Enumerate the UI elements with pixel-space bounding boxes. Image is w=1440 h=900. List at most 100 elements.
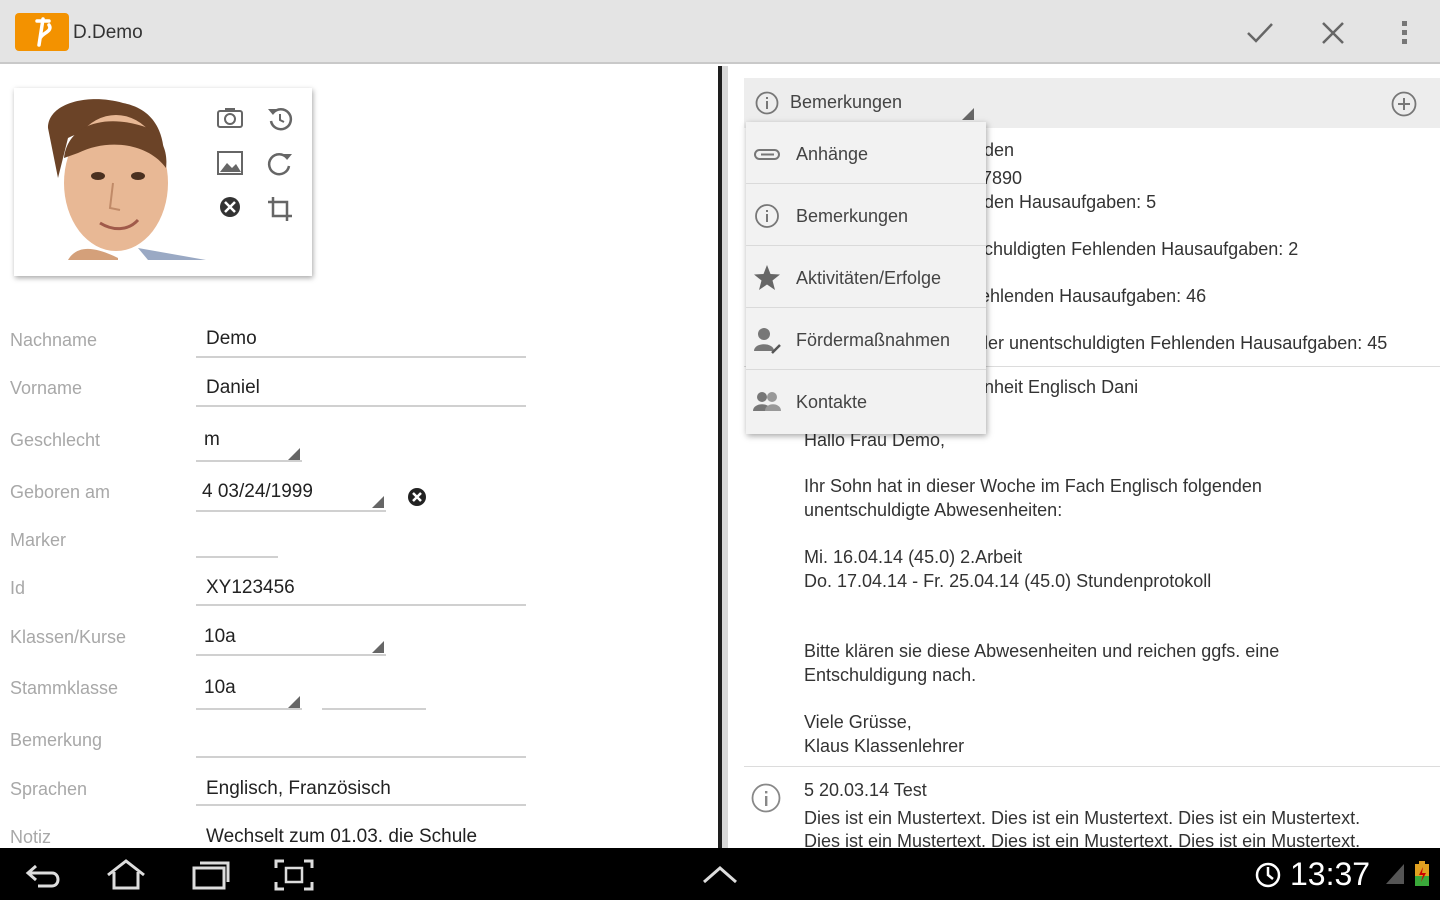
rotate-right-icon[interactable]: [265, 149, 295, 179]
battery-charging-icon: [1415, 861, 1429, 886]
rotate-left-icon[interactable]: [265, 104, 295, 134]
nachname-field[interactable]: Demo: [196, 328, 257, 350]
vorname-field[interactable]: Daniel: [196, 377, 260, 399]
overflow-menu-icon[interactable]: [1390, 18, 1420, 48]
contacts-icon: [753, 392, 781, 411]
label-marker: Marker: [10, 530, 67, 550]
label-geboren-am: Geboren am: [10, 482, 111, 502]
confirm-check-icon[interactable]: [1245, 18, 1275, 48]
bemerkung-underline: [196, 756, 526, 758]
label-nachname: Nachname: [10, 330, 98, 350]
notiz-field[interactable]: Wechselt zum 01.03. die Schule: [196, 826, 477, 848]
birthdate-dropdown-arrow[interactable]: [372, 496, 384, 508]
menu-item-label: Fördermaßnahmen: [796, 330, 951, 350]
entry-partial-line: den: [984, 140, 1015, 160]
geschlecht-dropdown-arrow[interactable]: [288, 448, 300, 460]
entry-text-line: Dies ist ein Mustertext. Dies ist ein Mu…: [804, 808, 1361, 828]
label-id: Id: [10, 578, 26, 598]
birthdate-picker[interactable]: 4 03/24/1999: [192, 481, 313, 503]
label-bemerkung: Bemerkung: [10, 730, 103, 750]
menu-item-label: Bemerkungen: [796, 206, 909, 226]
menu-item-aktivitaeten[interactable]: Aktivitäten/Erfolge: [746, 246, 986, 308]
message-line: Klaus Klassenlehrer: [804, 736, 965, 756]
sprachen-field[interactable]: Englisch, Französisch: [196, 778, 391, 800]
chevron-up-icon[interactable]: [698, 858, 742, 892]
cancel-close-icon[interactable]: [1318, 18, 1348, 48]
stammklasse-secondary-field[interactable]: [322, 708, 426, 710]
screenshot-icon[interactable]: [272, 858, 316, 892]
entry-partial-line: nheit Englisch Dani: [984, 377, 1139, 397]
app-logo[interactable]: [15, 13, 69, 51]
menu-item-anhaenge[interactable]: Anhänge: [746, 122, 986, 184]
gallery-image-icon[interactable]: [215, 148, 245, 178]
geschlecht-underline: [196, 460, 302, 462]
message-line: Mi. 16.04.14 (45.0) 2.Arbeit: [804, 547, 1023, 567]
category-dropdown-arrow[interactable]: [962, 108, 974, 120]
klassen-select[interactable]: 10a: [194, 626, 236, 648]
vorname-underline: [196, 405, 526, 407]
sync-icon: [1255, 862, 1281, 888]
category-selector-label: Bemerkungen: [790, 92, 903, 112]
menu-item-label: Kontakte: [796, 392, 868, 412]
info-icon: [751, 783, 781, 813]
message-line: Ihr Sohn hat in dieser Woche im Fach Eng…: [804, 476, 1262, 496]
entry-partial-line: ehlenden Hausaufgaben: 46: [980, 286, 1207, 306]
home-icon[interactable]: [104, 858, 148, 892]
info-icon: [755, 91, 779, 115]
student-form-pane: Nachname Demo Vorname Daniel Geschlecht …: [0, 66, 718, 848]
student-photo: [28, 98, 206, 260]
stammklasse-select[interactable]: 10a: [194, 677, 236, 699]
sprachen-underline: [196, 804, 526, 806]
action-bar: D.Demo: [0, 0, 1440, 64]
signal-icon: [1386, 864, 1404, 884]
klassen-dropdown-arrow[interactable]: [372, 641, 384, 653]
app-title: D.Demo: [73, 22, 143, 43]
menu-item-kontakte[interactable]: Kontakte: [746, 370, 986, 432]
message-line: Bitte klären sie diese Abwesenheiten und…: [804, 641, 1280, 661]
info-icon: [755, 204, 779, 228]
camera-icon[interactable]: [215, 103, 245, 133]
label-geschlecht: Geschlecht: [10, 430, 101, 450]
category-selector-bar[interactable]: Bemerkungen: [744, 78, 1440, 128]
pane-divider[interactable]: [718, 66, 728, 848]
klassen-underline: [196, 654, 386, 656]
clear-birthdate-icon[interactable]: [404, 484, 430, 510]
category-dropdown-menu: Anhänge Bemerkungen Aktivitäten/Erfolge …: [746, 122, 986, 434]
stammklasse-dropdown-arrow[interactable]: [288, 696, 300, 708]
remove-photo-icon[interactable]: [215, 192, 245, 222]
nachname-underline: [196, 356, 526, 358]
person-edit-icon: [754, 328, 781, 354]
menu-item-label: Anhänge: [796, 144, 869, 164]
id-underline: [196, 604, 526, 606]
menu-item-bemerkungen[interactable]: Bemerkungen: [746, 184, 986, 246]
menu-item-foerdermassnahmen[interactable]: Fördermaßnahmen: [746, 308, 986, 370]
label-stammklasse: Stammklasse: [10, 678, 119, 698]
entry-text-line: Dies ist ein Mustertext. Dies ist ein Mu…: [804, 831, 1361, 848]
id-field[interactable]: XY123456: [196, 577, 295, 599]
entry-partial-line: ler unentschuldigten Fehlenden Hausaufga…: [984, 333, 1388, 353]
entry-title[interactable]: 5 20.03.14 Test: [804, 780, 927, 801]
message-line: Viele Grüsse,: [804, 712, 912, 732]
message-line: unentschuldigte Abwesenheiten:: [804, 500, 1063, 520]
entry-partial-line: 7890: [982, 168, 1023, 188]
crop-icon[interactable]: [265, 194, 295, 224]
label-sprachen: Sprachen: [10, 779, 88, 799]
label-notiz: Notiz: [10, 827, 52, 847]
stammklasse-underline: [196, 708, 302, 710]
label-vorname: Vorname: [10, 378, 83, 398]
recent-apps-icon[interactable]: [188, 858, 232, 892]
logo-icon: [35, 17, 52, 47]
message-line: Entschuldigung nach.: [804, 665, 977, 685]
entry-partial-line: chuldigten Fehlenden Hausaufgaben: 2: [984, 239, 1299, 259]
entry-separator: [744, 766, 1440, 767]
photo-card: [14, 88, 312, 276]
add-entry-icon[interactable]: [1390, 90, 1418, 118]
message-line: Do. 17.04.14 - Fr. 25.04.14 (45.0) Stund…: [804, 571, 1212, 591]
paperclip-icon: [754, 149, 780, 160]
star-icon: [754, 265, 780, 290]
status-clock: 13:37: [1290, 856, 1371, 892]
entry-partial-line: den Hausaufgaben: 5: [984, 192, 1157, 212]
geschlecht-select[interactable]: m: [194, 429, 220, 451]
back-icon[interactable]: [22, 858, 66, 892]
marker-underline: [196, 556, 278, 558]
